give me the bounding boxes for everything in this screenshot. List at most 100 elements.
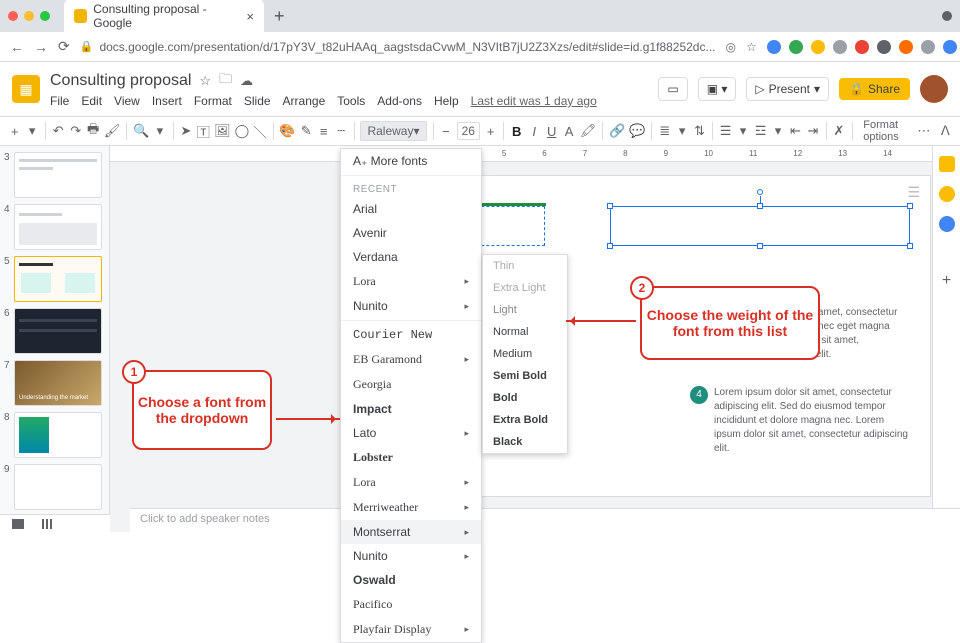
weight-item[interactable]: Black xyxy=(483,431,567,453)
filmstrip-view-icon[interactable] xyxy=(12,519,24,529)
list-bulleted-button[interactable]: ☲ xyxy=(754,123,767,139)
font-item[interactable]: Oswald xyxy=(341,568,481,592)
print-button[interactable]: 🖶 xyxy=(86,120,99,142)
paint-format-button[interactable]: 🖌 xyxy=(104,123,121,139)
font-item[interactable]: Avenir xyxy=(341,221,481,245)
border-dash-icon[interactable]: ┄ xyxy=(334,123,347,139)
share-button[interactable]: 🔒 Share xyxy=(839,78,910,100)
move-icon[interactable]: 🗀 xyxy=(219,70,232,92)
more-fonts-item[interactable]: A₊ More fonts xyxy=(341,149,481,173)
menu-arrange[interactable]: Arrange xyxy=(283,94,326,108)
indent-decrease-button[interactable]: ⇤ xyxy=(789,123,802,139)
weight-item[interactable]: Medium xyxy=(483,343,567,365)
menu-insert[interactable]: Insert xyxy=(152,94,182,108)
selected-textbox[interactable] xyxy=(610,206,910,246)
list-numbered-button[interactable]: ☰ xyxy=(719,123,732,139)
add-addon-icon[interactable]: + xyxy=(942,272,951,290)
font-weight-submenu[interactable]: Thin Extra Light Light Normal Medium Sem… xyxy=(482,254,568,454)
fill-color-icon[interactable]: 🎨 xyxy=(279,123,295,139)
font-family-select[interactable]: Raleway ▾ xyxy=(360,121,426,141)
zoom-button[interactable]: 🔍 xyxy=(133,123,149,139)
font-item[interactable]: Lato▸ xyxy=(341,421,481,445)
font-item[interactable]: Lobster xyxy=(341,445,481,470)
rotation-handle[interactable] xyxy=(757,189,763,195)
insert-comment-button[interactable]: 💬 xyxy=(629,123,645,139)
font-size-increase[interactable]: + xyxy=(484,124,497,139)
slide-menu-icon[interactable]: ☰ xyxy=(907,184,920,201)
extension-icon[interactable] xyxy=(877,40,891,54)
font-item-montserrat[interactable]: Montserrat▸ xyxy=(341,520,481,544)
tasks-icon[interactable] xyxy=(939,216,955,232)
collapse-toolbar-icon[interactable]: ᐱ xyxy=(939,123,952,139)
image-icon[interactable]: 🖼 xyxy=(214,123,231,139)
font-item[interactable]: Verdana xyxy=(341,245,481,269)
redo-button[interactable]: ↷ xyxy=(69,123,82,139)
bold-button[interactable]: B xyxy=(510,124,523,139)
indent-increase-button[interactable]: ⇥ xyxy=(806,123,819,139)
extension-icon[interactable] xyxy=(811,40,825,54)
slide-filmstrip[interactable]: 3 4 5 6 7Understanding the market 8 9 xyxy=(0,146,110,532)
tab-close-icon[interactable]: × xyxy=(246,9,254,24)
weight-item[interactable]: Light xyxy=(483,299,567,321)
slideshow-button[interactable]: ▣ ▾ xyxy=(698,77,737,101)
new-slide-button[interactable]: + xyxy=(8,124,21,139)
doc-title[interactable]: Consulting proposal xyxy=(50,72,191,90)
insert-link-button[interactable]: 🔗 xyxy=(609,123,625,139)
slide-thumbnail[interactable]: Understanding the market xyxy=(14,360,102,406)
font-item[interactable]: Courier New xyxy=(341,323,481,347)
speaker-notes[interactable]: Click to add speaker notes xyxy=(130,508,960,532)
font-item[interactable]: Merriweather▸ xyxy=(341,495,481,520)
nav-back-icon[interactable]: ← xyxy=(10,39,24,55)
menu-slide[interactable]: Slide xyxy=(244,94,271,108)
slide-thumbnail[interactable] xyxy=(14,464,102,510)
star-icon[interactable]: ☆ xyxy=(199,73,211,89)
menu-file[interactable]: File xyxy=(50,94,69,108)
undo-button[interactable]: ↶ xyxy=(52,123,65,139)
slide-thumbnail[interactable] xyxy=(14,204,102,250)
weight-item[interactable]: Extra Bold xyxy=(483,409,567,431)
line-icon[interactable]: ＼ xyxy=(253,122,266,141)
bookmark-star-icon[interactable]: ☆ xyxy=(746,40,757,54)
text-color-button[interactable]: A xyxy=(562,124,575,139)
slide-thumbnail[interactable] xyxy=(14,152,102,198)
maximize-window-icon[interactable] xyxy=(40,11,50,21)
browser-tab[interactable]: Consulting proposal - Google × xyxy=(64,0,264,34)
account-avatar[interactable] xyxy=(920,75,948,103)
font-item[interactable]: Arial xyxy=(341,197,481,221)
slides-app-icon[interactable]: ▦ xyxy=(12,75,40,103)
menu-format[interactable]: Format xyxy=(194,94,232,108)
font-item[interactable]: Nunito▸ xyxy=(341,294,481,318)
font-item[interactable]: EB Garamond▸ xyxy=(341,347,481,372)
border-weight-icon[interactable]: ≡ xyxy=(317,124,330,139)
font-item[interactable]: Impact xyxy=(341,397,481,421)
font-item[interactable]: Pacifico xyxy=(341,592,481,617)
extension-icon[interactable] xyxy=(921,40,935,54)
font-item[interactable]: Lora▸ xyxy=(341,470,481,495)
weight-item[interactable]: Extra Light xyxy=(483,277,567,299)
omnibox-action-icon[interactable]: ◎ xyxy=(726,40,736,54)
font-item[interactable]: Georgia xyxy=(341,372,481,397)
menu-tools[interactable]: Tools xyxy=(337,94,365,108)
slide-thumbnail[interactable] xyxy=(14,412,102,458)
font-item[interactable]: Playfair Display▸ xyxy=(341,617,481,642)
weight-item[interactable]: Normal xyxy=(483,321,567,343)
format-options-button[interactable]: Format options xyxy=(858,116,913,146)
font-size-input[interactable]: 26 xyxy=(457,122,480,140)
keep-icon[interactable] xyxy=(939,156,955,172)
line-spacing-button[interactable]: ⇅ xyxy=(693,123,706,139)
extension-icon[interactable] xyxy=(833,40,847,54)
close-window-icon[interactable] xyxy=(8,11,18,21)
chevron-down-icon[interactable]: ▾ xyxy=(153,123,166,139)
clear-formatting-button[interactable]: ✗ xyxy=(832,123,845,139)
textbox-icon[interactable]: 🅃 xyxy=(197,122,210,141)
nav-forward-icon[interactable]: → xyxy=(34,39,48,55)
extension-icon[interactable] xyxy=(943,40,957,54)
cursor-select-icon[interactable]: ➤ xyxy=(179,123,192,139)
slide-thumbnail[interactable] xyxy=(14,308,102,354)
slide-thumbnail-selected[interactable] xyxy=(14,256,102,302)
font-size-decrease[interactable]: − xyxy=(439,124,452,139)
extension-icon[interactable] xyxy=(899,40,913,54)
underline-button[interactable]: U xyxy=(545,124,558,139)
border-color-icon[interactable]: ✎ xyxy=(299,123,312,139)
nav-reload-icon[interactable]: ⟳ xyxy=(58,38,70,55)
